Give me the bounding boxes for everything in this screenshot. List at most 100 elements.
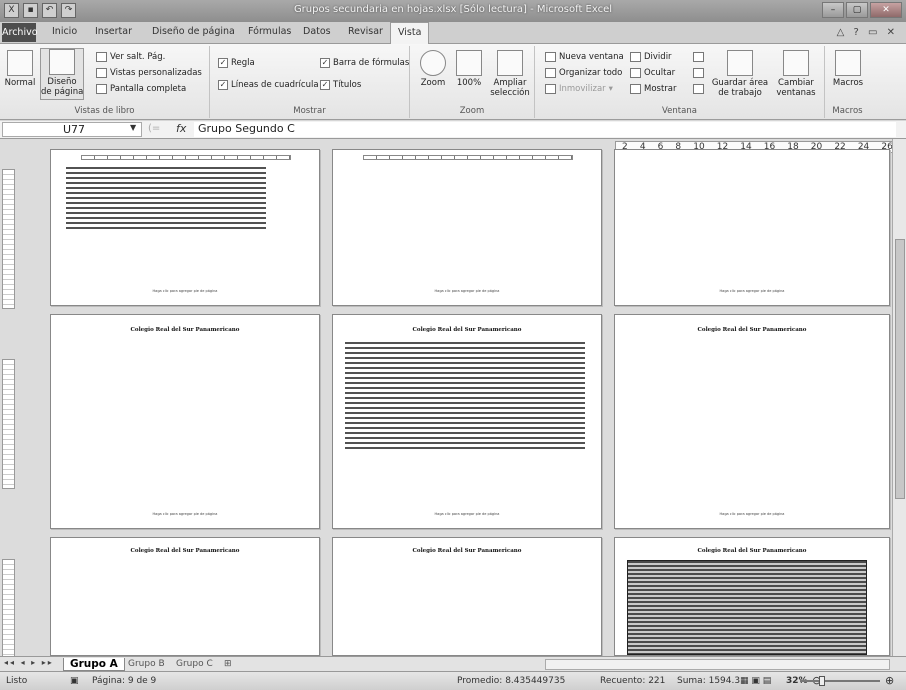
maximize-button[interactable]: ▢ bbox=[846, 2, 868, 18]
sheet-tab-grupo-c[interactable]: Grupo C bbox=[170, 658, 219, 671]
tab-vista[interactable]: Vista bbox=[390, 22, 430, 44]
sync-scroll-icon[interactable] bbox=[693, 68, 704, 78]
full-screen-button[interactable]: Pantalla completa bbox=[96, 84, 186, 94]
tab-datos[interactable]: Datos bbox=[303, 26, 331, 37]
excel-window: X ▪ ↶ ↷ Grupos secundaria en hojas.xlsx … bbox=[0, 0, 906, 690]
group-label-macros: Macros bbox=[832, 106, 863, 116]
page[interactable]: Colegio Real del Sur Panamericano Haga c… bbox=[50, 314, 320, 529]
page[interactable]: Haga clic para agregar pie de página bbox=[50, 149, 320, 306]
side-by-side-icon[interactable] bbox=[693, 52, 704, 62]
zoom-in-icon[interactable]: ⊕ bbox=[885, 674, 894, 687]
page[interactable]: Colegio Real del Sur Panamericano bbox=[332, 537, 602, 656]
page[interactable]: Colegio Real del Sur Panamericano Haga c… bbox=[332, 314, 602, 529]
page-layout-workspace: 2 4 6 8 10 12 14 16 18 20 22 24 26 Haga … bbox=[0, 139, 906, 659]
close-button[interactable]: ✕ bbox=[870, 2, 902, 18]
help-icon[interactable]: △ ? ▭ ✕ bbox=[837, 27, 898, 38]
column-ruler bbox=[363, 155, 573, 160]
page[interactable]: Colegio Real del Sur Panamericano bbox=[614, 537, 890, 656]
minimize-button[interactable]: – bbox=[822, 2, 844, 18]
workspace-icon bbox=[727, 50, 753, 76]
page[interactable]: Colegio Real del Sur Panamericano bbox=[50, 537, 320, 656]
chevron-down-icon[interactable]: ▼ bbox=[130, 123, 136, 132]
insert-sheet-icon[interactable]: ⊞ bbox=[218, 658, 238, 671]
data-table bbox=[345, 339, 585, 449]
formula-bar-checkbox[interactable]: ✓ Barra de fórmulas bbox=[320, 58, 409, 68]
page[interactable]: Haga clic para agregar pie de página bbox=[614, 149, 890, 306]
hide-button[interactable]: Ocultar bbox=[630, 68, 675, 78]
status-sum: Suma: 1594.3 bbox=[677, 676, 741, 686]
group-ventana: Nueva ventana Organizar todo Inmovilizar… bbox=[535, 46, 825, 118]
sheet-tabs-bar: ◂◂ ◂ ▸ ▸▸ Grupo A Grupo B Grupo C ⊞ bbox=[0, 656, 906, 671]
window-controls: – ▢ ✕ bbox=[822, 2, 902, 18]
status-average: Promedio: 8.435449735 bbox=[457, 676, 566, 686]
freeze-icon bbox=[545, 84, 556, 94]
page-layout-button[interactable]: Diseño de página bbox=[40, 48, 84, 100]
selected-data-table[interactable] bbox=[627, 560, 867, 655]
row-ruler bbox=[2, 169, 15, 309]
column-ruler bbox=[81, 155, 291, 160]
sheet-nav-arrows[interactable]: ◂◂ ◂ ▸ ▸▸ bbox=[4, 658, 54, 667]
tab-formulas[interactable]: Fórmulas bbox=[248, 26, 291, 37]
page-break-button[interactable]: Ver salt. Pág. bbox=[96, 52, 165, 62]
group-macros: Macros Macros bbox=[825, 46, 870, 118]
page-footer: Haga clic para agregar pie de página bbox=[719, 512, 785, 516]
normal-button[interactable]: Normal bbox=[2, 50, 38, 88]
view-buttons-icon[interactable]: ▦ ▣ ▤ bbox=[740, 676, 771, 686]
page-header: Colegio Real del Sur Panamericano bbox=[130, 327, 240, 333]
new-window-button[interactable]: Nueva ventana bbox=[545, 52, 624, 62]
tab-insertar[interactable]: Insertar bbox=[95, 26, 132, 37]
macro-record-icon[interactable]: ▣ bbox=[70, 676, 79, 686]
split-button[interactable]: Dividir bbox=[630, 52, 672, 62]
status-page: Página: 9 de 9 bbox=[92, 676, 157, 686]
zoom-selection-icon bbox=[497, 50, 523, 76]
new-window-icon bbox=[545, 52, 556, 62]
sheet-tab-grupo-a[interactable]: Grupo A bbox=[63, 658, 125, 671]
tab-revisar[interactable]: Revisar bbox=[348, 26, 383, 37]
freeze-panes-button[interactable]: Inmovilizar ▾ bbox=[545, 84, 613, 94]
ruler-checkbox[interactable]: ✓ Regla bbox=[218, 58, 255, 68]
save-workspace-button[interactable]: Guardar área de trabajo bbox=[711, 50, 769, 98]
arrange-icon bbox=[545, 68, 556, 78]
page-footer: Haga clic para agregar pie de página bbox=[152, 289, 218, 293]
grid-icon bbox=[7, 50, 33, 76]
formula-input[interactable]: Grupo Segundo C bbox=[194, 122, 896, 137]
page-footer: Haga clic para agregar pie de página bbox=[434, 512, 500, 516]
status-count: Recuento: 221 bbox=[600, 676, 666, 686]
cancel-entry-icon[interactable]: (= bbox=[148, 123, 160, 134]
group-label-zoom: Zoom bbox=[459, 106, 485, 116]
page-header: Colegio Real del Sur Panamericano bbox=[130, 548, 240, 554]
zoom-slider[interactable] bbox=[800, 680, 880, 682]
zoom-slider-thumb[interactable] bbox=[819, 676, 825, 686]
switch-windows-button[interactable]: Cambiar ventanas bbox=[771, 50, 821, 98]
page-header: Colegio Real del Sur Panamericano bbox=[697, 327, 807, 333]
tab-archivo[interactable]: Archivo bbox=[2, 23, 38, 42]
status-bar: Listo ▣ Página: 9 de 9 Promedio: 8.43544… bbox=[0, 671, 906, 690]
custom-views-button[interactable]: Vistas personalizadas bbox=[96, 68, 202, 78]
arrange-all-button[interactable]: Organizar todo bbox=[545, 68, 622, 78]
insert-function-icon[interactable]: fx bbox=[176, 122, 186, 135]
horizontal-scrollbar[interactable] bbox=[545, 659, 890, 670]
data-table bbox=[66, 164, 266, 232]
sheet-tab-grupo-b[interactable]: Grupo B bbox=[122, 658, 171, 671]
tab-inicio[interactable]: Inicio bbox=[52, 26, 77, 37]
headings-checkbox[interactable]: ✓ Títulos bbox=[320, 80, 361, 90]
page[interactable]: Colegio Real del Sur Panamericano Haga c… bbox=[614, 314, 890, 529]
scroll-thumb[interactable] bbox=[895, 239, 905, 499]
reset-position-icon[interactable] bbox=[693, 84, 704, 94]
tab-diseno-pagina[interactable]: Diseño de página bbox=[152, 26, 235, 37]
window-title: Grupos secundaria en hojas.xlsx [Sólo le… bbox=[293, 4, 613, 15]
zoom-100-button[interactable]: 100% bbox=[454, 50, 484, 88]
page-footer: Haga clic para agregar pie de página bbox=[719, 289, 785, 293]
name-box[interactable]: U77 bbox=[2, 122, 142, 137]
page[interactable]: Haga clic para agregar pie de página bbox=[332, 149, 602, 306]
zoom-button[interactable]: Zoom bbox=[416, 50, 450, 88]
zoom-selection-button[interactable]: Ampliar selección bbox=[488, 50, 532, 98]
vertical-scrollbar[interactable] bbox=[892, 139, 906, 656]
ribbon-tabs: Archivo Inicio Insertar Diseño de página… bbox=[0, 22, 906, 44]
macros-button[interactable]: Macros bbox=[829, 50, 867, 88]
hide-icon bbox=[630, 68, 641, 78]
status-ready: Listo bbox=[6, 676, 28, 686]
row-ruler bbox=[2, 559, 15, 659]
gridlines-checkbox[interactable]: ✓ Líneas de cuadrícula bbox=[218, 80, 319, 90]
unhide-button[interactable]: Mostrar bbox=[630, 84, 677, 94]
